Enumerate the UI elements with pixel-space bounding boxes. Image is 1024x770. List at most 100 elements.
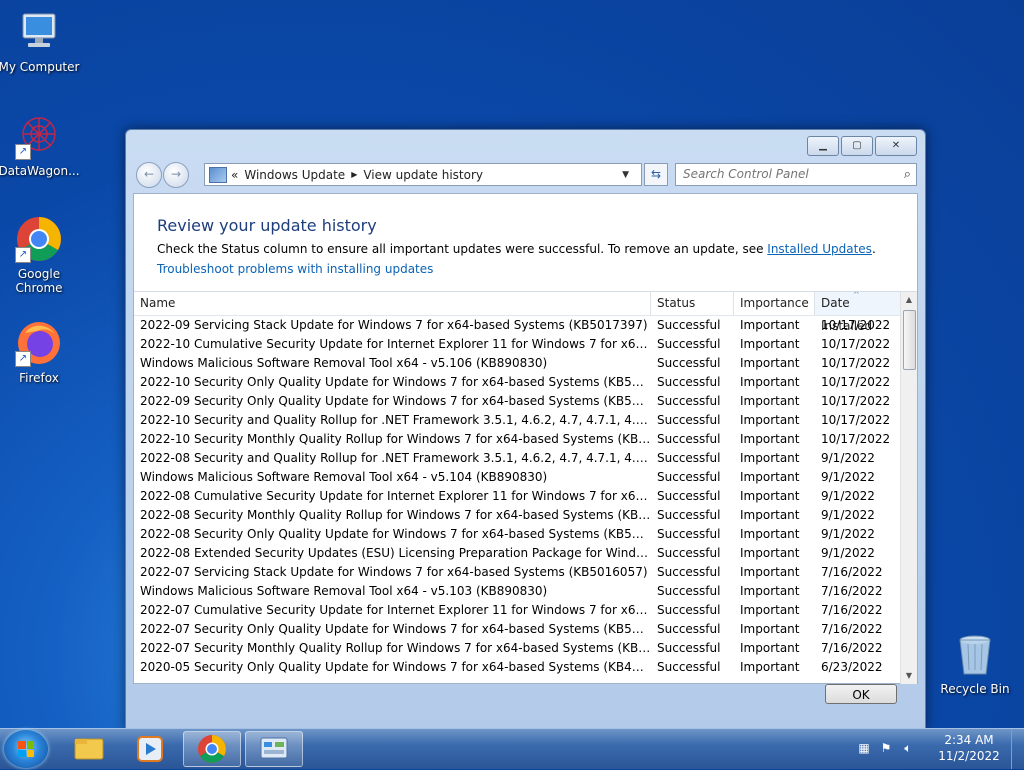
taskbar: ▦ ⚑ 🔈︎ 2:34 AM 11/2/2022 — [0, 728, 1024, 769]
breadcrumb-view-update-history[interactable]: View update history — [363, 168, 483, 182]
desktop-icon-datawagon[interactable]: ↗ DataWagon... — [0, 112, 81, 178]
minimize-button[interactable]: ▁ — [807, 136, 839, 156]
cell-importance: Important — [740, 584, 800, 598]
column-header-status[interactable]: Status — [651, 292, 734, 315]
clock[interactable]: 2:34 AM 11/2/2022 — [934, 732, 1004, 764]
taskbar-explorer-button[interactable] — [60, 731, 118, 767]
description-period: . — [871, 242, 876, 256]
troubleshoot-link[interactable]: Troubleshoot problems with installing up… — [157, 262, 433, 276]
search-input[interactable] — [676, 166, 895, 182]
breadcrumb-windows-update[interactable]: Windows Update — [244, 168, 345, 182]
close-button[interactable]: ✕ — [875, 136, 917, 156]
address-overflow-chevron[interactable]: « — [231, 168, 238, 182]
table-row[interactable]: 2022-10 Security Only Quality Update for… — [134, 373, 901, 392]
table-row[interactable]: Windows Malicious Software Removal Tool … — [134, 468, 901, 487]
desktop-icon-label: My Computer — [0, 60, 80, 74]
table-row[interactable]: 2022-08 Security and Quality Rollup for … — [134, 449, 901, 468]
desktop-icon-firefox[interactable]: ↗ Firefox — [0, 319, 81, 385]
installed-updates-link[interactable]: Installed Updates — [767, 242, 872, 256]
column-header-name[interactable]: Name — [134, 292, 651, 315]
maximize-button[interactable]: ▢ — [841, 136, 873, 156]
table-row[interactable]: 2020-05 Security Only Quality Update for… — [134, 658, 901, 677]
media-player-icon — [137, 736, 163, 762]
shortcut-arrow-icon: ↗ — [15, 247, 31, 263]
forward-button[interactable]: → — [163, 162, 189, 188]
cell-name: 2022-08 Security Monthly Quality Rollup … — [140, 508, 651, 522]
table-row[interactable]: 2022-07 Security Only Quality Update for… — [134, 620, 901, 639]
search-box[interactable]: ⌕ — [675, 163, 917, 186]
cell-status: Successful — [657, 394, 721, 408]
action-center-flag-icon[interactable]: ⚑ — [878, 741, 894, 757]
start-button[interactable] — [4, 730, 48, 768]
cell-importance: Important — [740, 394, 800, 408]
back-button[interactable]: ← — [136, 162, 162, 188]
cell-date-installed: 7/16/2022 — [821, 603, 883, 617]
show-desktop-button[interactable] — [1011, 729, 1024, 769]
desktop-icon-label: DataWagon... — [0, 164, 80, 178]
table-row[interactable]: 2022-08 Security Monthly Quality Rollup … — [134, 506, 901, 525]
table-row[interactable]: 2022-10 Cumulative Security Update for I… — [134, 335, 901, 354]
cell-importance: Important — [740, 432, 800, 446]
cell-date-installed: 10/17/2022 — [821, 318, 891, 332]
cell-name: 2022-07 Security Monthly Quality Rollup … — [140, 641, 651, 655]
table-row[interactable]: 2022-09 Security Only Quality Update for… — [134, 392, 901, 411]
desktop-icon-my-computer[interactable]: My Computer — [0, 8, 81, 74]
table-row[interactable]: 2022-09 Servicing Stack Update for Windo… — [134, 316, 901, 335]
ok-button[interactable]: OK — [825, 684, 897, 704]
address-bar[interactable]: « Windows Update ▶ View update history ▼ — [204, 163, 642, 186]
address-dropdown-icon[interactable]: ▼ — [622, 170, 629, 180]
cell-importance: Important — [740, 337, 800, 351]
cell-importance: Important — [740, 641, 800, 655]
cell-name: 2022-08 Extended Security Updates (ESU) … — [140, 546, 651, 560]
scrollbar-thumb[interactable] — [903, 310, 916, 370]
cell-name: 2022-08 Security and Quality Rollup for … — [140, 451, 651, 465]
cell-name: 2022-10 Security and Quality Rollup for … — [140, 413, 651, 427]
cell-status: Successful — [657, 641, 721, 655]
taskbar-control-panel-button[interactable] — [245, 731, 303, 767]
page-title: Review your update history — [157, 216, 377, 235]
column-header-date-installed[interactable]: Date Installed — [815, 292, 901, 333]
cell-name: Windows Malicious Software Removal Tool … — [140, 356, 548, 370]
cell-importance: Important — [740, 660, 800, 674]
cell-importance: Important — [740, 356, 800, 370]
vertical-scrollbar[interactable]: ▲ ▼ — [900, 292, 917, 684]
cell-importance: Important — [740, 318, 800, 332]
table-row[interactable]: 2022-08 Extended Security Updates (ESU) … — [134, 544, 901, 563]
table-body: 2022-09 Servicing Stack Update for Windo… — [134, 316, 901, 677]
cell-date-installed: 9/1/2022 — [821, 451, 875, 465]
page-description: Check the Status column to ensure all im… — [157, 242, 876, 256]
taskbar-chrome-button[interactable] — [183, 731, 241, 767]
scroll-up-icon[interactable]: ▲ — [901, 292, 917, 308]
volume-icon[interactable]: 🔈︎ — [900, 741, 916, 757]
system-tray: ▦ ⚑ 🔈︎ 2:34 AM 11/2/2022 — [854, 729, 1024, 769]
table-row[interactable]: 2022-08 Cumulative Security Update for I… — [134, 487, 901, 506]
table-row[interactable]: Windows Malicious Software Removal Tool … — [134, 354, 901, 373]
cell-name: 2022-10 Cumulative Security Update for I… — [140, 337, 651, 351]
cell-name: 2022-07 Servicing Stack Update for Windo… — [140, 565, 648, 579]
table-row[interactable]: 2022-08 Security Only Quality Update for… — [134, 525, 901, 544]
table-row[interactable]: 2022-10 Security and Quality Rollup for … — [134, 411, 901, 430]
table-row[interactable]: 2022-10 Security Monthly Quality Rollup … — [134, 430, 901, 449]
cell-name: 2022-07 Cumulative Security Update for I… — [140, 603, 651, 617]
cell-status: Successful — [657, 603, 721, 617]
table-row[interactable]: Windows Malicious Software Removal Tool … — [134, 582, 901, 601]
search-icon[interactable]: ⌕ — [904, 164, 911, 185]
breadcrumb-separator-icon[interactable]: ▶ — [351, 170, 357, 179]
cell-date-installed: 9/1/2022 — [821, 508, 875, 522]
table-row[interactable]: 2022-07 Cumulative Security Update for I… — [134, 601, 901, 620]
network-icon[interactable]: ▦ — [856, 741, 872, 757]
desktop-icon-recycle-bin[interactable]: Recycle Bin — [933, 630, 1017, 696]
column-header-importance[interactable]: Importance — [734, 292, 815, 315]
scroll-down-icon[interactable]: ▼ — [901, 668, 917, 684]
taskbar-media-player-button[interactable] — [121, 731, 179, 767]
content-pane: Review your update history Check the Sta… — [133, 193, 918, 684]
table-row[interactable]: 2022-07 Servicing Stack Update for Windo… — [134, 563, 901, 582]
desktop-icon-google-chrome[interactable]: ↗ Google Chrome — [0, 215, 81, 295]
cell-date-installed: 7/16/2022 — [821, 565, 883, 579]
datawagon-icon: ↗ — [15, 112, 63, 160]
cell-importance: Important — [740, 622, 800, 636]
refresh-button[interactable]: ⇆ — [644, 163, 668, 186]
table-row[interactable]: 2022-07 Security Monthly Quality Rollup … — [134, 639, 901, 658]
cell-status: Successful — [657, 622, 721, 636]
shortcut-arrow-icon: ↗ — [15, 144, 31, 160]
